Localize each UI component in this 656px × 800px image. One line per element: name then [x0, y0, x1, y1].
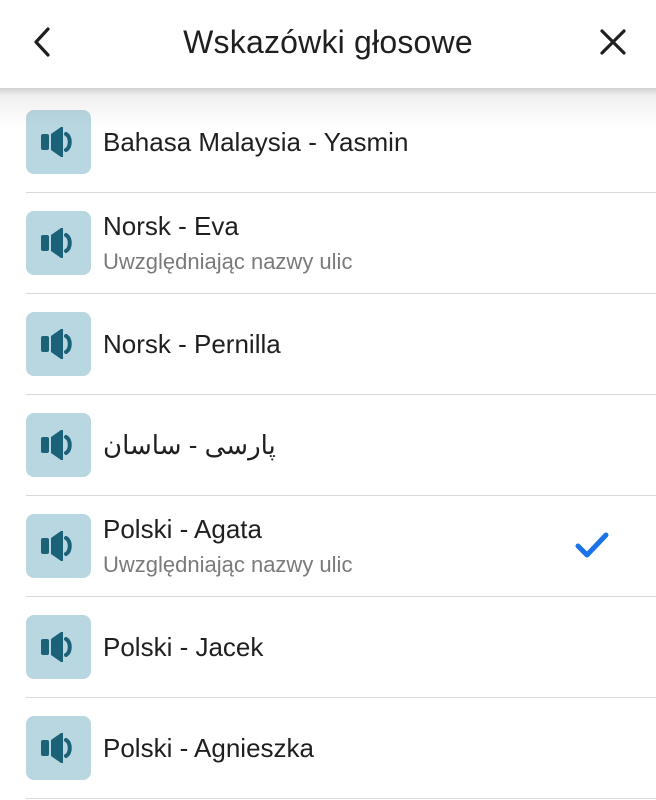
- voice-text: پارسی - ساسان: [103, 395, 566, 495]
- voice-text: Polski - Agnieszka: [103, 698, 566, 798]
- speaker-icon-tile: [26, 615, 91, 679]
- voice-name: Norsk - Pernilla: [103, 329, 281, 359]
- voice-subtitle: Uwzględniając nazwy ulic: [103, 552, 353, 577]
- voice-text: Bahasa Malaysia - Yasmin: [103, 92, 566, 192]
- checkmark-icon: [575, 532, 609, 558]
- speaker-icon-tile: [26, 110, 91, 174]
- voice-list-item[interactable]: Norsk - Pernilla: [0, 294, 656, 395]
- voice-name: Polski - Agnieszka: [103, 733, 314, 763]
- page-title: Wskazówki głosowe: [183, 23, 473, 60]
- voice-name: Bahasa Malaysia - Yasmin: [103, 127, 409, 157]
- speaker-icon-tile: [26, 716, 91, 780]
- speaker-icon-tile: [26, 413, 91, 477]
- speaker-icon-tile: [26, 312, 91, 376]
- voice-list: Bahasa Malaysia - Yasmin Norsk - Eva Uwz…: [0, 92, 656, 799]
- row-divider: [26, 798, 656, 799]
- voice-text: Polski - Jacek: [103, 597, 566, 697]
- close-button[interactable]: [590, 20, 636, 64]
- speaker-icon: [40, 430, 72, 460]
- voice-list-item[interactable]: Norsk - Eva Uwzględniając nazwy ulic: [0, 193, 656, 294]
- voice-list-item[interactable]: Polski - Jacek: [0, 597, 656, 698]
- voice-name: Norsk - Eva: [103, 211, 239, 241]
- voice-list-item[interactable]: Polski - Agnieszka: [0, 698, 656, 799]
- voice-list-item[interactable]: Polski - Agata Uwzględniając nazwy ulic: [0, 496, 656, 597]
- speaker-icon: [40, 228, 72, 258]
- voice-name: Polski - Jacek: [103, 632, 264, 662]
- speaker-icon-tile: [26, 211, 91, 275]
- speaker-icon: [40, 531, 72, 561]
- speaker-icon: [40, 733, 72, 763]
- voice-text: Polski - Agata Uwzględniając nazwy ulic: [103, 496, 566, 596]
- voice-text: Norsk - Pernilla: [103, 294, 566, 394]
- voice-text: Norsk - Eva Uwzględniając nazwy ulic: [103, 193, 566, 293]
- header-bar: Wskazówki głosowe: [0, 0, 656, 88]
- voice-list-item[interactable]: Bahasa Malaysia - Yasmin: [0, 92, 656, 193]
- voice-name: Polski - Agata: [103, 514, 262, 544]
- speaker-icon-tile: [26, 514, 91, 578]
- close-icon: [600, 29, 626, 55]
- voice-subtitle: Uwzględniając nazwy ulic: [103, 249, 353, 274]
- speaker-icon: [40, 632, 72, 662]
- voice-list-item[interactable]: پارسی - ساسان: [0, 395, 656, 496]
- speaker-icon: [40, 329, 72, 359]
- voice-name: پارسی - ساسان: [103, 430, 276, 460]
- speaker-icon: [40, 127, 72, 157]
